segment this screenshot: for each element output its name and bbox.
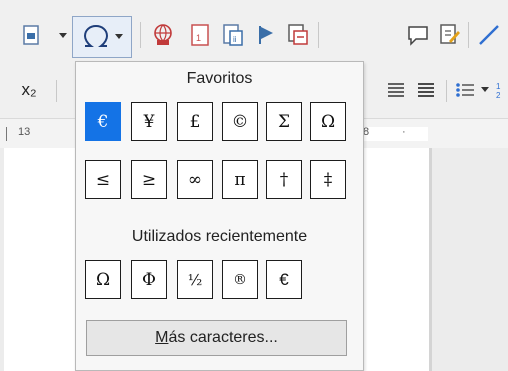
- subscript-button[interactable]: x₂: [12, 76, 46, 104]
- favorite-char[interactable]: †: [266, 160, 302, 199]
- recent-char[interactable]: Φ: [131, 260, 167, 299]
- favorite-char[interactable]: £: [177, 102, 213, 141]
- special-characters-popup: Favoritos € ¥ £ © Σ Ω ≤ ≥ ∞ π † ‡ Utiliz…: [75, 61, 364, 371]
- insert-field-icon[interactable]: [20, 24, 42, 46]
- favorite-char[interactable]: ©: [222, 102, 258, 141]
- align-justify-icon[interactable]: [384, 78, 408, 102]
- recent-char[interactable]: ®: [222, 260, 258, 299]
- favorite-char[interactable]: ≥: [131, 160, 167, 199]
- favorite-char[interactable]: Ω: [310, 102, 346, 141]
- more-characters-label: Más caracteres...: [155, 329, 278, 346]
- bookmark-icon[interactable]: [254, 22, 278, 48]
- hyperlink-icon[interactable]: [150, 22, 176, 48]
- recent-char[interactable]: Ω: [85, 260, 121, 299]
- track-changes-icon[interactable]: [438, 22, 462, 48]
- recent-title: Utilizados recientemente: [131, 228, 308, 245]
- insert-field-dropdown-icon[interactable]: [58, 32, 68, 40]
- recent-char[interactable]: €: [266, 260, 302, 299]
- recent-char[interactable]: ½: [177, 260, 213, 299]
- favorite-char[interactable]: €: [85, 102, 121, 141]
- favorite-char[interactable]: ¥: [131, 102, 167, 141]
- bullet-list-icon[interactable]: [452, 78, 478, 102]
- ruler-tick: ·: [402, 126, 406, 138]
- page-shadow: [429, 148, 432, 371]
- favorite-char[interactable]: ≤: [85, 160, 121, 199]
- endnote-icon[interactable]: ii: [220, 22, 246, 48]
- line-icon[interactable]: [476, 22, 502, 48]
- footnote-icon[interactable]: 1: [188, 22, 212, 48]
- more-characters-button[interactable]: Más caracteres...: [86, 320, 347, 356]
- toolbar-standard: 1 ii: [0, 0, 508, 64]
- favorite-char[interactable]: ‡: [310, 160, 346, 199]
- svg-text:2: 2: [496, 91, 501, 100]
- ruler-indent-marker[interactable]: [6, 127, 7, 141]
- subscript-label: x₂: [21, 80, 37, 99]
- special-character-button[interactable]: [72, 16, 132, 58]
- favorites-title: Favoritos: [186, 70, 253, 87]
- favorite-char[interactable]: Σ: [266, 102, 302, 141]
- svg-text:ii: ii: [233, 35, 237, 44]
- align-distributed-icon[interactable]: [414, 78, 438, 102]
- favorite-char[interactable]: π: [222, 160, 258, 199]
- favorite-char[interactable]: ∞: [177, 160, 213, 199]
- ruler-mark-13: 13: [18, 126, 31, 138]
- bullet-list-dropdown-icon[interactable]: [480, 86, 490, 94]
- svg-text:1: 1: [196, 33, 201, 43]
- comment-icon[interactable]: [406, 22, 430, 48]
- cross-reference-icon[interactable]: [286, 22, 310, 48]
- numbered-list-icon[interactable]: 12: [494, 78, 508, 102]
- svg-text:1: 1: [496, 82, 501, 91]
